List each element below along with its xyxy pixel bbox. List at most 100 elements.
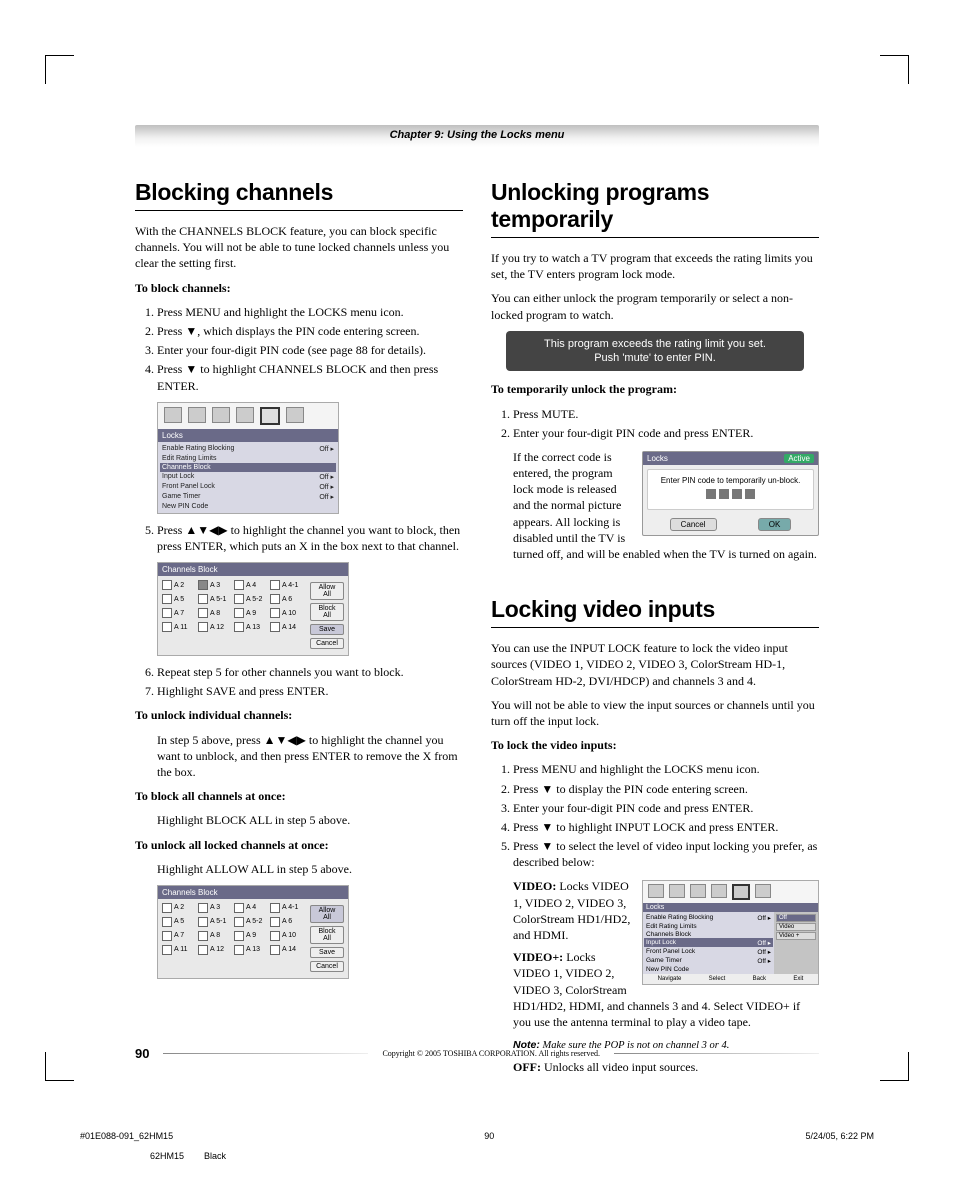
- locks-menu-screenshot: Locks Enable Rating BlockingOff ▸ Edit R…: [157, 402, 339, 514]
- nav-arrows-icon: ▲▼◀▶: [185, 523, 227, 537]
- heading-locking-video-inputs: Locking video inputs: [491, 596, 819, 623]
- menu-icon: [188, 407, 206, 423]
- page-footer: 90 Copyright © 2005 TOSHIBA CORPORATION.…: [135, 1046, 819, 1061]
- down-arrow-icon: ▼: [185, 362, 197, 376]
- option-video: Video: [776, 923, 816, 931]
- menu-icon: [669, 884, 685, 898]
- down-arrow-icon: ▼: [185, 324, 197, 338]
- down-arrow-icon: ▼: [541, 782, 553, 796]
- page-number: 90: [135, 1046, 149, 1061]
- save-button: Save: [310, 947, 344, 958]
- menu-icon: [236, 407, 254, 423]
- step: Press ▼ to select the level of video inp…: [513, 838, 819, 870]
- step: Enter your four-digit PIN code and press…: [513, 800, 819, 816]
- crop-mark: [45, 1052, 74, 1081]
- input-lock-screenshot: Locks Enable Rating BlockingOff ▸ Edit R…: [642, 880, 819, 985]
- cancel-button: Cancel: [670, 518, 717, 531]
- desc-off: OFF: Unlocks all video input sources.: [491, 1059, 819, 1075]
- body-text: If you try to watch a TV program that ex…: [491, 250, 819, 282]
- option-video-plus: Video +: [776, 932, 816, 940]
- ok-button: OK: [758, 518, 792, 531]
- channel-grid: A 2 A 3 A 4 A 4-1 A 5 A 5-1 A 5-2 A 6: [158, 899, 306, 978]
- rule: [135, 210, 463, 211]
- channels-block-screenshot: Channels Block A 2 A 3 A 4 A 4-1 A 5 A 5…: [157, 562, 349, 656]
- right-column: Unlocking programs temporarily If you tr…: [491, 179, 819, 1082]
- step: Enter your four-digit PIN code (see page…: [157, 342, 463, 358]
- rule: [491, 237, 819, 238]
- subhead-unlock-individual: To unlock individual channels:: [135, 707, 463, 723]
- chapter-header: Chapter 9: Using the Locks menu: [135, 125, 819, 147]
- cb-title: Channels Block: [158, 886, 348, 899]
- highlighted-item: Input LockOff ▸: [644, 938, 773, 947]
- subhead-block-channels: To block channels:: [135, 280, 463, 296]
- model-number: 62HM15: [150, 1151, 184, 1161]
- active-badge: Active: [784, 454, 814, 463]
- step: Press MENU and highlight the LOCKS menu …: [513, 761, 819, 777]
- subhead-temp-unlock: To temporarily unlock the program:: [491, 381, 819, 397]
- block-steps-cont: Press ▲▼◀▶ to highlight the channel you …: [135, 522, 463, 554]
- block-steps: Press MENU and highlight the LOCKS menu …: [135, 304, 463, 394]
- lock-video-steps: Press MENU and highlight the LOCKS menu …: [491, 761, 819, 870]
- crop-mark: [45, 55, 74, 84]
- cb-side-buttons: Allow All Block All Save Cancel: [306, 576, 348, 655]
- cancel-button: Cancel: [310, 638, 344, 649]
- menu-icon: [648, 884, 664, 898]
- allow-all-button: Allow All: [310, 582, 344, 600]
- locks-menu-icon: [260, 407, 280, 425]
- cancel-button: Cancel: [310, 961, 344, 972]
- subhead-unlock-all: To unlock all locked channels at once:: [135, 837, 463, 853]
- intro-text: With the CHANNELS BLOCK feature, you can…: [135, 223, 463, 272]
- step: Press ▲▼◀▶ to highlight the channel you …: [157, 522, 463, 554]
- step: Press MUTE.: [513, 406, 819, 422]
- menu-icon: [711, 884, 727, 898]
- highlighted-item: Channels Block: [160, 463, 336, 472]
- step: Highlight SAVE and press ENTER.: [157, 683, 463, 699]
- body-text: Highlight BLOCK ALL in step 5 above.: [135, 812, 463, 828]
- block-all-button: Block All: [310, 603, 344, 621]
- printer-info-2: 62HM15 Black: [150, 1151, 226, 1161]
- cb-title: Channels Block: [158, 563, 348, 576]
- step: Repeat step 5 for other channels you wan…: [157, 664, 463, 680]
- step: Press MENU and highlight the LOCKS menu …: [157, 304, 463, 320]
- pin-boxes: [652, 489, 809, 499]
- job-timestamp: 5/24/05, 6:22 PM: [805, 1131, 874, 1141]
- manual-page: Chapter 9: Using the Locks menu Blocking…: [0, 0, 954, 1191]
- block-all-button: Block All: [310, 926, 344, 944]
- menu-icon: [212, 407, 230, 423]
- color-plate: Black: [204, 1151, 226, 1161]
- menu-icon: [755, 884, 771, 898]
- menu-icon-row: [158, 403, 338, 429]
- printer-info: #01E088-091_62HM15 90 5/24/05, 6:22 PM: [80, 1131, 874, 1141]
- channels-block-screenshot: Channels Block A 2 A 3 A 4 A 4-1 A 5 A 5…: [157, 885, 349, 979]
- job-id: #01E088-091_62HM15: [80, 1131, 173, 1141]
- subhead-block-all: To block all channels at once:: [135, 788, 463, 804]
- footer-rule: [614, 1053, 819, 1054]
- subhead-lock-video-inputs: To lock the video inputs:: [491, 737, 819, 753]
- save-button: Save: [310, 624, 344, 635]
- crop-mark: [880, 55, 909, 84]
- checked-box-icon: [198, 580, 208, 590]
- step: Enter your four-digit PIN code and press…: [513, 425, 819, 441]
- temp-unlock-steps: Press MUTE. Enter your four-digit PIN co…: [491, 406, 819, 441]
- allow-all-button: Allow All: [310, 905, 344, 923]
- body-text: You will not be able to view the input s…: [491, 697, 819, 729]
- step: Press ▼ to highlight INPUT LOCK and pres…: [513, 819, 819, 835]
- body-text: You can either unlock the program tempor…: [491, 290, 819, 322]
- body-text: You can use the INPUT LOCK feature to lo…: [491, 640, 819, 689]
- job-page: 90: [484, 1131, 494, 1141]
- menu-icon: [286, 407, 304, 423]
- step: Press ▼ to display the PIN code entering…: [513, 781, 819, 797]
- nav-arrows-icon: ▲▼◀▶: [264, 733, 306, 747]
- pin-message: Enter PIN code to temporarily un-block.: [652, 476, 809, 485]
- block-steps-cont2: Repeat step 5 for other channels you wan…: [135, 664, 463, 699]
- channel-grid: A 2 A 3 A 4 A 4-1 A 5 A 5-1 A 5-2 A 6: [158, 576, 306, 655]
- cb-side-buttons: Allow All Block All Save Cancel: [306, 899, 348, 978]
- pin-entry-screenshot: LocksActive Enter PIN code to temporaril…: [642, 451, 819, 536]
- footer-rule: [163, 1053, 368, 1054]
- down-arrow-icon: ▼: [541, 820, 553, 834]
- heading-blocking-channels: Blocking channels: [135, 179, 463, 206]
- option-off: Off: [776, 914, 816, 922]
- copyright: Copyright © 2005 TOSHIBA CORPORATION. Al…: [382, 1049, 600, 1058]
- locks-menu-icon: [732, 884, 750, 900]
- down-arrow-icon: ▼: [541, 839, 553, 853]
